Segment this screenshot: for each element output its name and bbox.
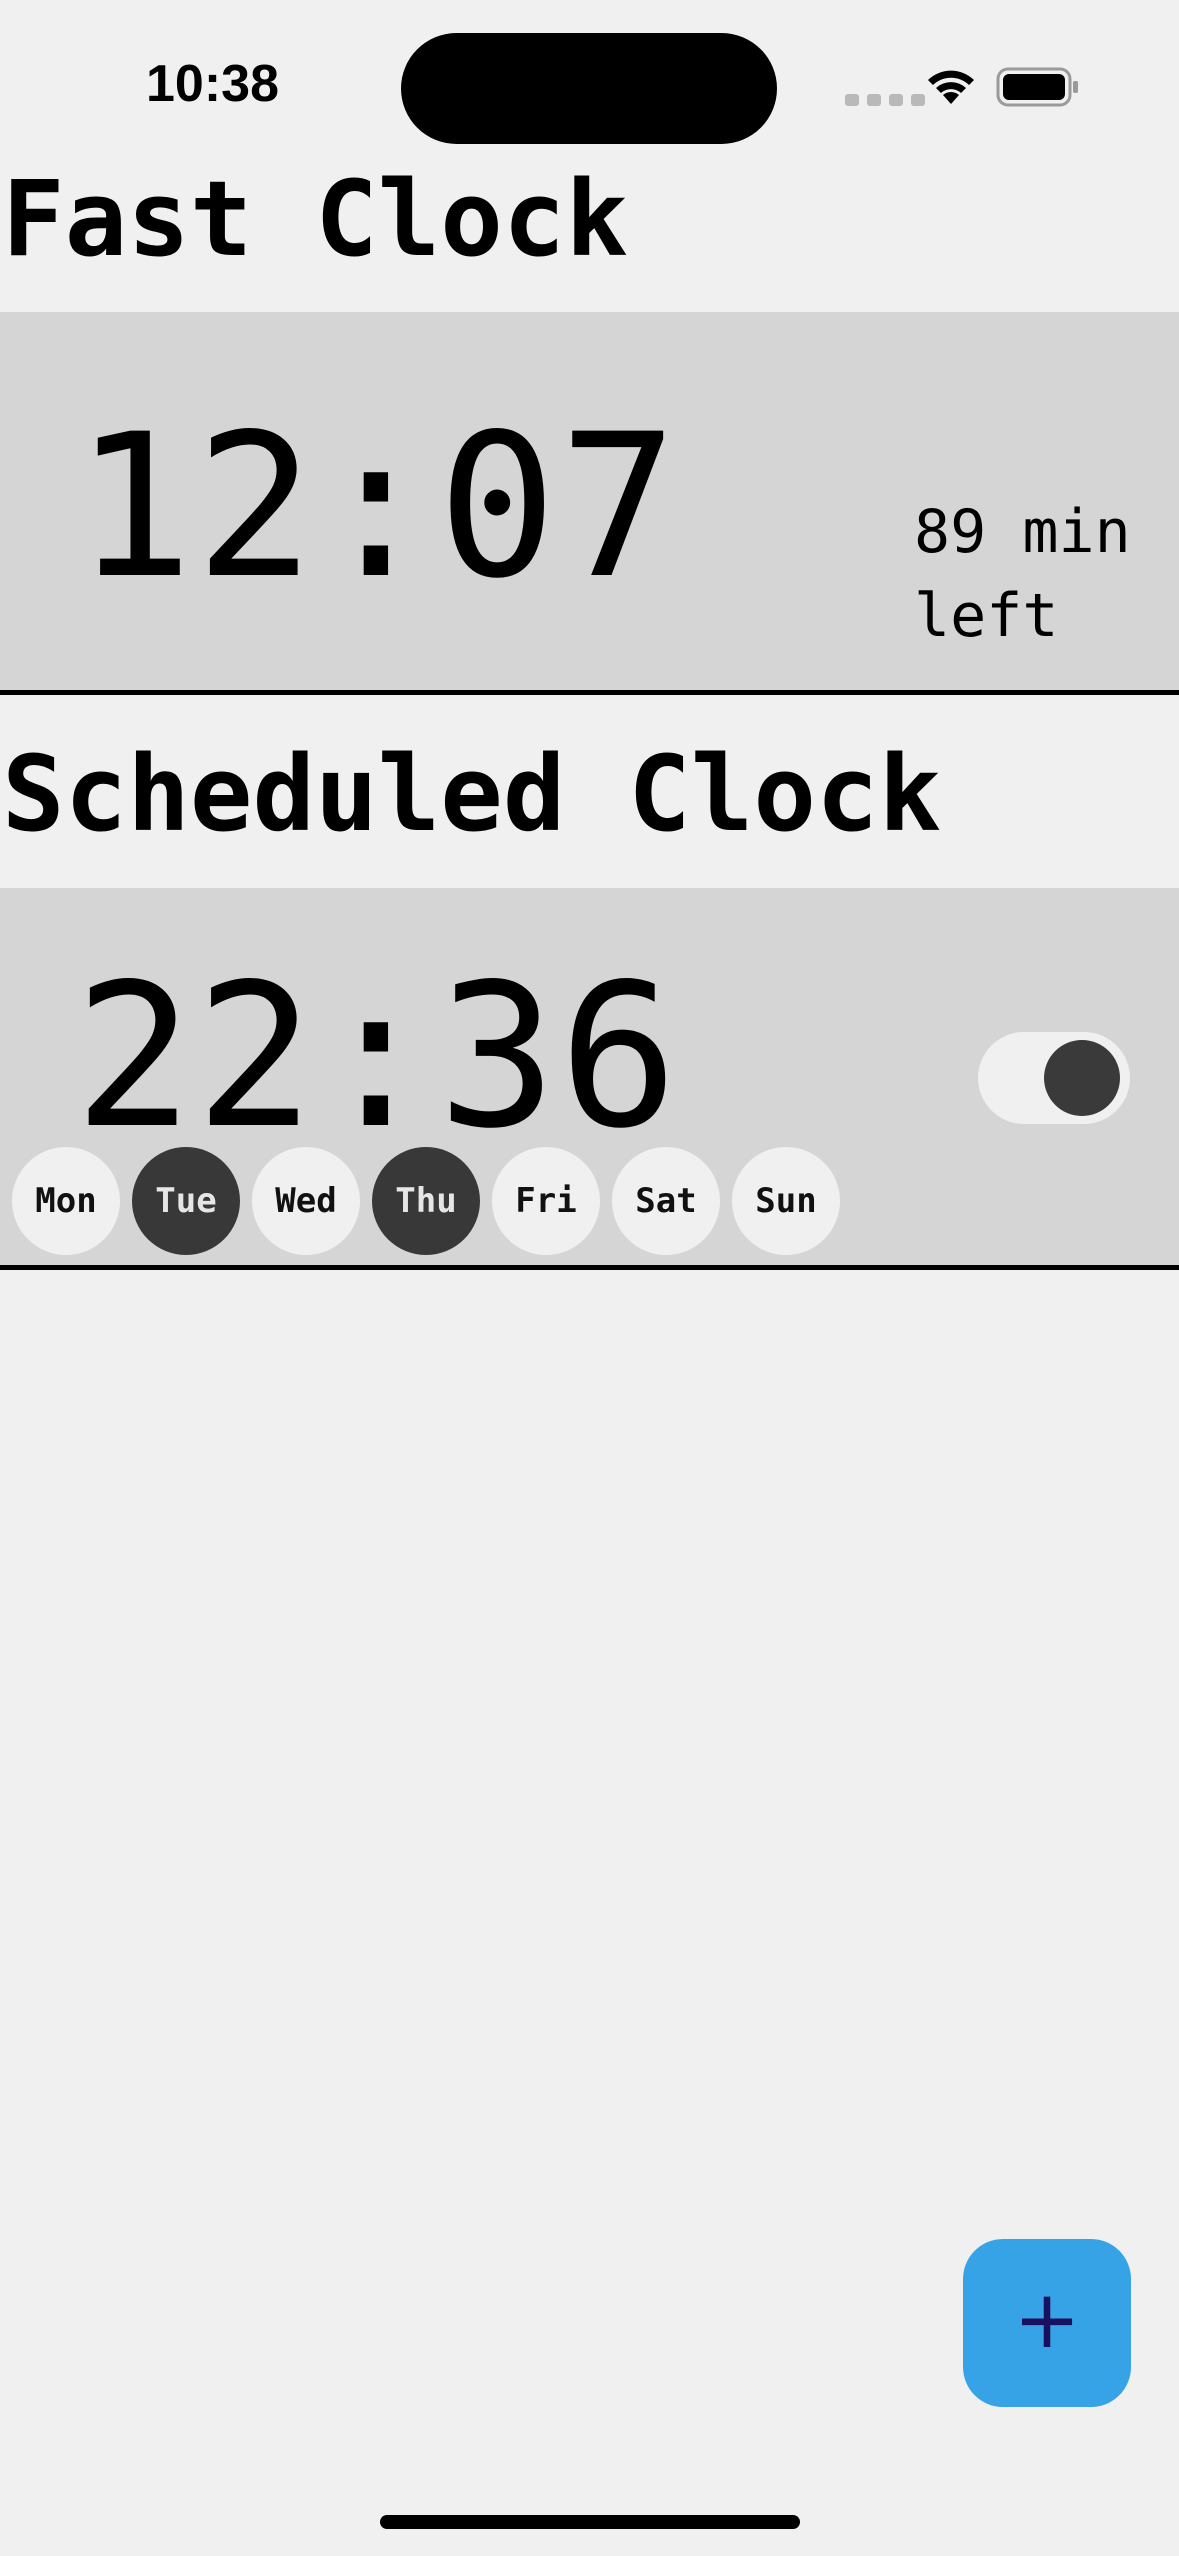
day-toggle-fri[interactable]: Fri <box>492 1147 600 1255</box>
home-indicator[interactable] <box>380 2515 800 2529</box>
day-toggle-wed[interactable]: Wed <box>252 1147 360 1255</box>
cellular-signal-icon <box>845 94 925 106</box>
status-time: 10:38 <box>146 55 279 113</box>
scheduled-clock-card[interactable]: 22:36 Mon Tue Wed Thu Fri Sat Sun <box>0 888 1179 1270</box>
day-toggle-mon[interactable]: Mon <box>12 1147 120 1255</box>
fast-clock-time: 12:07 <box>74 391 681 622</box>
fast-clock-title: Fast Clock <box>2 158 629 280</box>
battery-icon <box>996 67 1078 107</box>
wifi-icon <box>928 70 974 104</box>
plus-icon: + <box>1013 2273 1081 2366</box>
day-toggle-sat[interactable]: Sat <box>612 1147 720 1255</box>
day-toggle-tue[interactable]: Tue <box>132 1147 240 1255</box>
fast-clock-card[interactable]: 12:07 89 min left <box>0 312 1179 695</box>
day-toggle-thu[interactable]: Thu <box>372 1147 480 1255</box>
day-toggle-sun[interactable]: Sun <box>732 1147 840 1255</box>
scheduled-clock-toggle[interactable] <box>978 1032 1130 1124</box>
add-clock-button[interactable]: + <box>963 2239 1131 2407</box>
weekday-selector: Mon Tue Wed Thu Fri Sat Sun <box>12 1147 840 1255</box>
fast-clock-remaining: 89 min left <box>914 497 1131 651</box>
toggle-knob <box>1044 1040 1120 1116</box>
scheduled-clock-title: Scheduled Clock <box>2 733 942 855</box>
screen: 10:38 Fast Clock 12:07 89 min left Sched… <box>0 0 1179 2556</box>
dynamic-island <box>401 33 777 144</box>
scheduled-clock-time[interactable]: 22:36 <box>74 958 680 1156</box>
